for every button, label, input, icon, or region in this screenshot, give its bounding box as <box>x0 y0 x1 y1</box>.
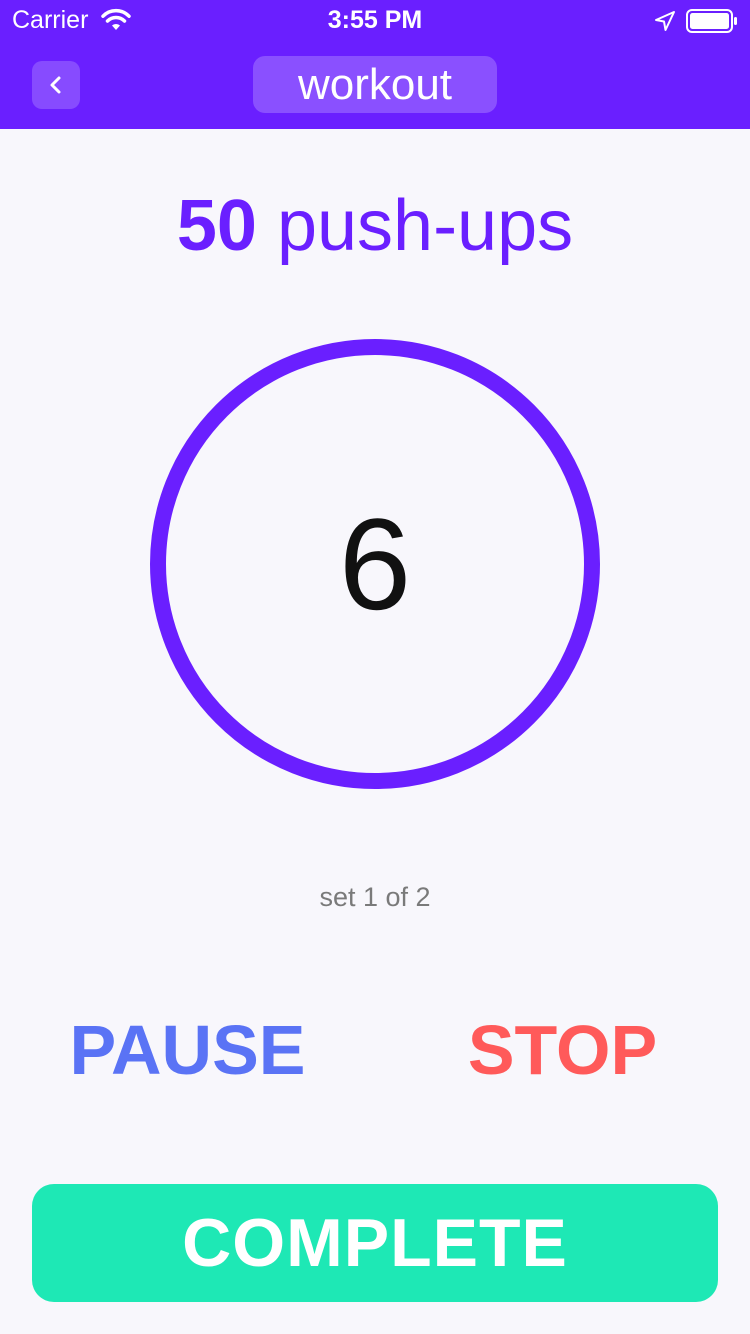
status-time: 3:55 PM <box>327 6 423 34</box>
back-button[interactable] <box>32 61 80 109</box>
exercise-name: push-ups <box>276 186 574 266</box>
nav-header: Carrier 3:55 PM workout <box>0 0 750 129</box>
battery-icon <box>686 9 737 33</box>
complete-button[interactable]: COMPLETE <box>32 1184 718 1302</box>
pause-button[interactable]: PAUSE <box>40 1008 335 1092</box>
timer-value: 6 <box>338 491 412 637</box>
set-progress-label: set 1 of 2 <box>319 882 431 912</box>
stop-button[interactable]: STOP <box>415 1008 710 1092</box>
page-title: workout <box>253 56 497 113</box>
chevron-left-icon <box>50 76 61 94</box>
location-icon <box>655 11 675 31</box>
exercise-heading: 50 push-ups <box>0 186 750 266</box>
status-bar: Carrier 3:55 PM <box>0 0 750 40</box>
exercise-count: 50 <box>176 186 257 266</box>
